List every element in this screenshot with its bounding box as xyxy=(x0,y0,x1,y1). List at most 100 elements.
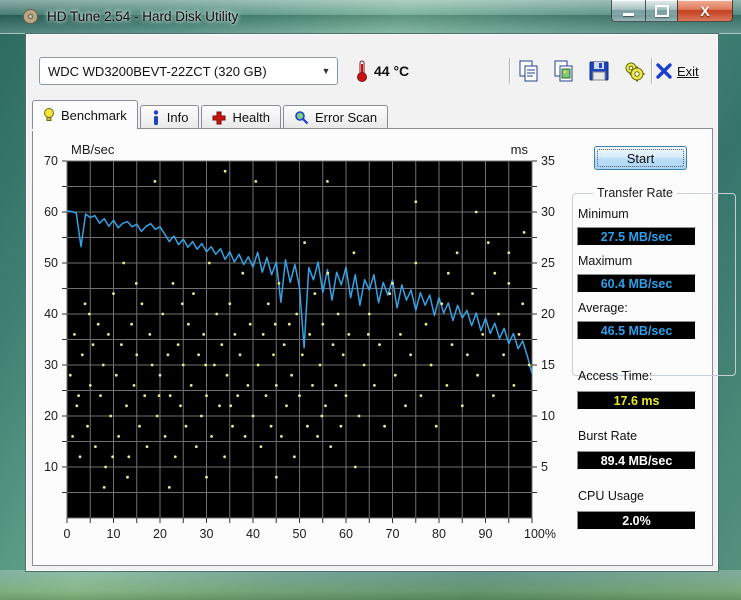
access-time-dot xyxy=(205,394,208,397)
tab-error-scan[interactable]: Error Scan xyxy=(283,105,389,129)
access-time-dot xyxy=(176,343,180,346)
access-time-dot xyxy=(220,343,224,346)
info-icon xyxy=(151,110,161,125)
left-axis-tick-label: 20 xyxy=(44,409,58,423)
copy-image-button[interactable] xyxy=(550,57,578,85)
access-time-dot xyxy=(367,312,371,316)
access-time-dot xyxy=(486,241,490,244)
access-time-dot xyxy=(155,414,159,418)
access-time-dot xyxy=(404,404,407,408)
right-axis-tick-label: 15 xyxy=(541,358,555,372)
access-time-dot xyxy=(329,445,333,448)
access-time-dot xyxy=(254,180,258,183)
average-label: Average: xyxy=(578,301,628,315)
access-time-dot xyxy=(282,343,286,346)
access-time-dot xyxy=(266,302,270,306)
access-time-dot xyxy=(357,414,361,418)
tab-benchmark[interactable]: Benchmark xyxy=(32,100,138,129)
access-time-dot xyxy=(344,394,348,397)
benchmark-tab-page: 70 60 50 40 30 20 10 35 30 25 20 15 10 5 0 10 20 30 40 50 60… xyxy=(32,128,736,566)
access-time-dot xyxy=(213,363,216,367)
access-time-dot xyxy=(321,322,325,326)
access-time-dot xyxy=(334,384,338,387)
left-axis-tick-label: 50 xyxy=(44,256,58,270)
close-button[interactable]: X xyxy=(677,0,733,22)
exit-button[interactable]: Exit xyxy=(656,57,699,85)
left-axis-unit-label: MB/sec xyxy=(71,142,115,157)
tab-info[interactable]: Info xyxy=(139,105,200,129)
access-time-dot xyxy=(117,435,120,438)
access-time-dot xyxy=(91,343,95,346)
start-button[interactable]: Start xyxy=(594,146,687,170)
maximum-label: Maximum xyxy=(578,254,633,268)
access-time-dot xyxy=(187,322,190,326)
access-time-dot xyxy=(87,312,91,316)
access-time-dot xyxy=(502,353,505,357)
window-glass-bottom xyxy=(0,570,741,600)
access-time-dot xyxy=(378,343,381,346)
access-time-dot xyxy=(125,404,128,408)
access-time-dot xyxy=(264,394,268,397)
maximize-button[interactable] xyxy=(645,0,677,22)
access-time-dot xyxy=(181,363,185,367)
maximum-value: 60.4 MB/sec xyxy=(577,274,696,293)
access-time-dot xyxy=(200,414,203,418)
access-time-dot xyxy=(83,302,87,306)
tab-health[interactable]: Health xyxy=(201,105,282,129)
access-time-dot xyxy=(223,169,227,173)
access-time-dot xyxy=(391,282,394,285)
burst-rate-label: Burst Rate xyxy=(578,429,638,443)
access-time-dot xyxy=(274,384,278,387)
access-time-dot xyxy=(507,251,511,255)
x-axis-tick-label: 60 xyxy=(339,527,353,541)
access-time-dot xyxy=(168,394,172,397)
access-time-dot xyxy=(132,384,136,387)
access-time-dot xyxy=(507,282,511,285)
access-time-dot xyxy=(86,424,89,428)
x-axis-tick-label: 80 xyxy=(432,527,446,541)
right-axis-tick-label: 35 xyxy=(541,154,555,168)
access-time-dot xyxy=(366,333,370,336)
access-time-dot xyxy=(104,465,107,469)
access-time-dot xyxy=(197,353,201,357)
access-time-dot xyxy=(73,333,76,336)
access-time-dot xyxy=(517,333,521,336)
access-time-dot xyxy=(440,302,444,306)
access-time-dot xyxy=(261,333,265,336)
access-time-dot xyxy=(306,424,309,428)
options-button[interactable] xyxy=(620,57,648,85)
right-axis-tick-label: 5 xyxy=(541,460,548,474)
access-time-dot xyxy=(225,373,229,377)
copy-text-button[interactable] xyxy=(515,57,543,85)
health-cross-icon xyxy=(212,111,226,125)
access-time-dot xyxy=(274,475,278,479)
access-time-dot xyxy=(107,333,110,336)
access-time-dot xyxy=(75,404,79,408)
title-bar[interactable]: HD Tune 2.54 - Hard Disk Utility X xyxy=(0,0,741,33)
access-time-dot xyxy=(492,394,495,397)
access-time-dot xyxy=(352,251,356,255)
access-time-dot xyxy=(339,424,343,428)
access-time-dot xyxy=(140,302,144,306)
exit-x-icon xyxy=(656,63,672,79)
access-time-dot xyxy=(434,424,438,428)
average-value: 46.5 MB/sec xyxy=(577,321,696,340)
access-time-dot xyxy=(324,404,327,408)
access-time-dot xyxy=(393,373,397,377)
access-time-dot xyxy=(68,373,72,377)
access-time-dot xyxy=(218,404,221,408)
chevron-down-icon: ▼ xyxy=(321,66,331,76)
access-time-dot xyxy=(460,404,464,408)
drive-selector[interactable]: WDC WD3200BEVT-22ZCT (320 GB) ▼ xyxy=(39,57,338,85)
save-button[interactable] xyxy=(585,57,613,85)
access-time-dot xyxy=(399,333,402,336)
x-axis-tick-label: 50 xyxy=(293,527,307,541)
minimize-icon xyxy=(623,13,634,16)
toolbar-separator xyxy=(509,58,510,84)
access-time-dot xyxy=(111,455,114,459)
access-time-dot xyxy=(189,384,193,387)
access-time-dot xyxy=(471,292,474,295)
access-time-dot xyxy=(223,455,227,459)
cpu-usage-value: 2.0% xyxy=(577,511,696,530)
minimize-button[interactable] xyxy=(611,0,645,22)
